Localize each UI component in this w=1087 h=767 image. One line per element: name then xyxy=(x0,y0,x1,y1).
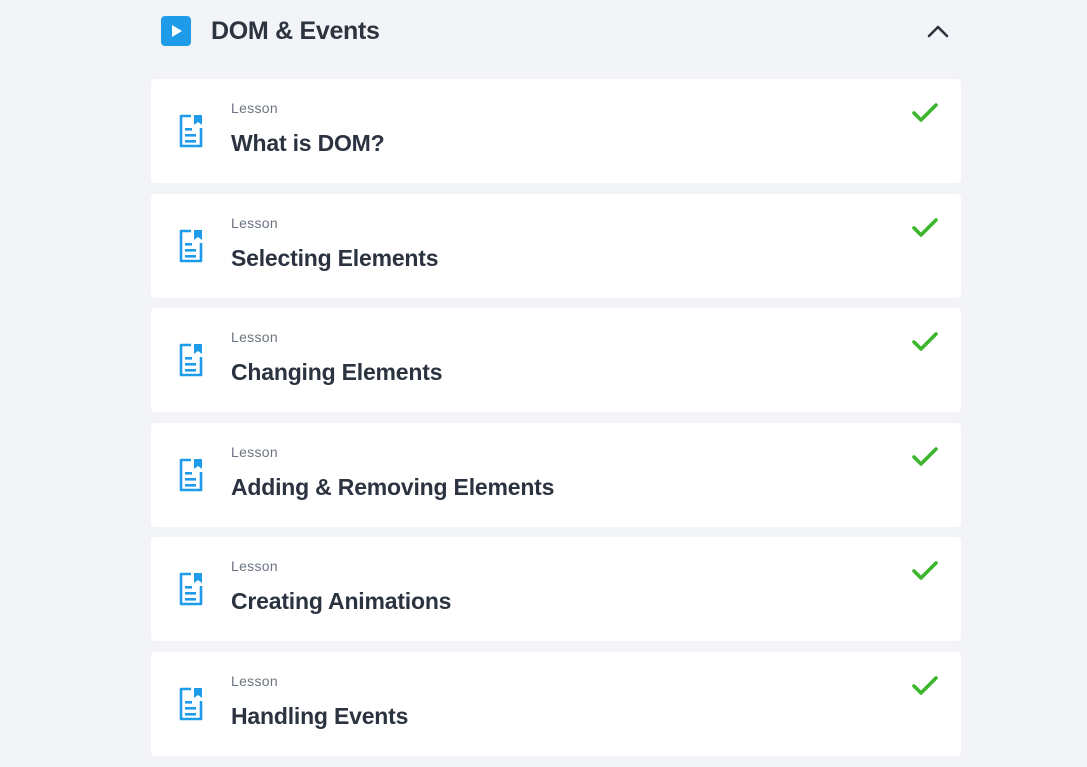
lesson-type-label: Lesson xyxy=(231,672,278,689)
lesson-type-label: Lesson xyxy=(231,443,278,460)
lesson-type-label: Lesson xyxy=(231,329,278,345)
document-icon xyxy=(178,687,204,721)
lesson-type-label: Lesson xyxy=(231,100,278,116)
section-header[interactable]: DOM & Events xyxy=(151,0,961,62)
lesson-list: Lesson What is DOM? Lesson Selecting Ele… xyxy=(151,79,961,766)
checkmark-icon xyxy=(911,674,939,698)
checkmark-icon xyxy=(911,445,939,469)
checkmark-icon xyxy=(911,330,939,354)
lesson-title[interactable]: Selecting Elements xyxy=(231,243,439,273)
lesson-type-label: Lesson xyxy=(231,558,278,574)
lesson-title[interactable]: Changing Elements xyxy=(231,357,442,387)
document-icon xyxy=(178,572,204,606)
document-icon xyxy=(178,114,204,148)
lesson-title[interactable]: Adding & Removing Elements xyxy=(231,472,554,502)
section-title: DOM & Events xyxy=(211,17,380,45)
checkmark-icon xyxy=(911,216,939,240)
document-icon xyxy=(178,229,204,263)
document-icon xyxy=(178,343,204,377)
lesson-card[interactable]: Lesson What is DOM? xyxy=(151,79,961,183)
lesson-type-label: Lesson xyxy=(231,214,278,231)
lesson-title[interactable]: Handling Events xyxy=(231,701,408,731)
checkmark-icon xyxy=(911,559,939,583)
lesson-card[interactable]: Lesson Changing Elements xyxy=(151,308,961,412)
document-icon xyxy=(178,458,204,492)
lesson-card[interactable]: Lesson Handling Events xyxy=(151,651,961,756)
lesson-card[interactable]: Lesson Adding & Removing Elements xyxy=(151,422,961,527)
lesson-card[interactable]: Lesson Selecting Elements xyxy=(151,193,961,298)
lesson-title[interactable]: Creating Animations xyxy=(231,586,451,616)
chevron-up-icon[interactable] xyxy=(925,20,951,42)
play-icon xyxy=(161,16,191,46)
checkmark-icon xyxy=(911,101,939,125)
lesson-title[interactable]: What is DOM? xyxy=(231,128,385,158)
lesson-card[interactable]: Lesson Creating Animations xyxy=(151,537,961,641)
